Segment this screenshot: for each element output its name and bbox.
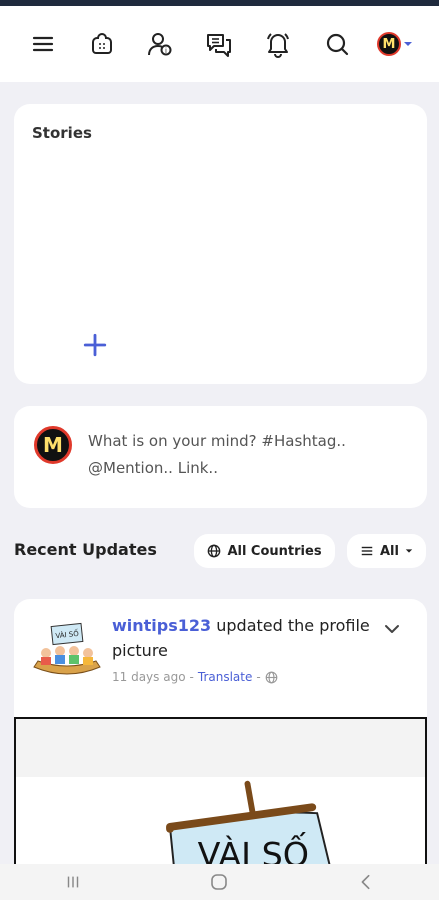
stories-icon[interactable]: [85, 26, 119, 62]
post-composer: M What is on your mind? #Hashtag.. @Ment…: [14, 406, 427, 508]
post-card: VÀI SỐ wintips123 updated the profile pi…: [14, 599, 427, 900]
post-author-avatar[interactable]: VÀI SỐ: [32, 617, 102, 681]
notifications-icon[interactable]: [261, 26, 295, 62]
messages-icon[interactable]: [202, 26, 236, 62]
post-meta: 11 days ago - Translate -: [112, 670, 278, 684]
plus-icon: [83, 333, 107, 357]
globe-icon: [265, 671, 278, 683]
avatar-letter: M: [382, 36, 396, 52]
countries-filter-label: All Countries: [227, 543, 322, 559]
search-icon[interactable]: [320, 26, 354, 62]
home-button[interactable]: [199, 867, 239, 897]
globe-icon: [208, 544, 221, 558]
back-icon: [361, 874, 370, 890]
caret-down-icon: [405, 549, 413, 553]
caret-down-icon[interactable]: [398, 26, 418, 62]
type-filter-label: All: [380, 543, 399, 559]
stories-card: Stories: [14, 104, 427, 384]
recent-apps-button[interactable]: [53, 867, 93, 897]
back-button[interactable]: [346, 867, 386, 897]
friend-requests-icon[interactable]: i: [143, 26, 177, 62]
recent-apps-icon: [67, 876, 79, 888]
post-options-chevron-icon[interactable]: [382, 619, 402, 639]
post-username[interactable]: wintips123: [112, 616, 211, 635]
composer-avatar: M: [34, 426, 72, 464]
add-story-button[interactable]: [80, 330, 110, 360]
translate-link[interactable]: Translate: [198, 670, 253, 684]
stories-title: Stories: [32, 124, 92, 142]
post-headline: wintips123 updated the profile picture: [112, 613, 382, 663]
post-time: 11 days ago: [112, 670, 186, 684]
system-nav-bar: [0, 864, 439, 900]
composer-avatar-letter: M: [43, 433, 63, 457]
menu-icon[interactable]: [26, 26, 60, 62]
meta-separator: -: [256, 670, 261, 684]
list-icon: [361, 546, 373, 556]
svg-text:i: i: [165, 47, 167, 55]
meta-separator: -: [189, 670, 194, 684]
top-nav: i M: [0, 6, 439, 82]
recent-updates-title: Recent Updates: [14, 540, 157, 559]
home-icon: [211, 874, 228, 890]
countries-filter-button[interactable]: All Countries: [194, 534, 335, 568]
composer-input[interactable]: What is on your mind? #Hashtag.. @Mentio…: [88, 428, 408, 482]
type-filter-button[interactable]: All: [347, 534, 426, 568]
